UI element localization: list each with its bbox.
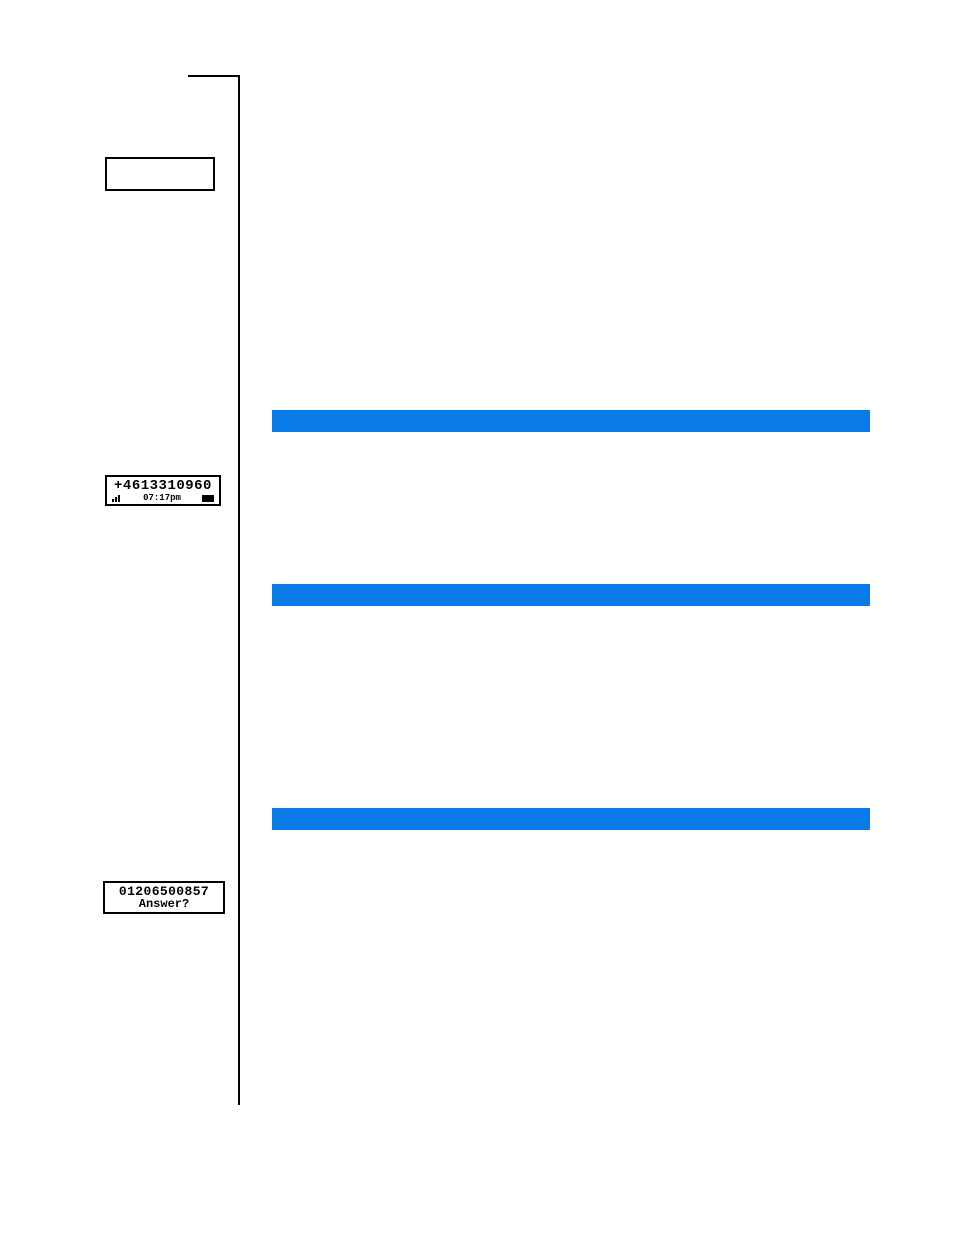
section-heading-bar-3 (272, 808, 870, 830)
document-page: +4613310960 07:17pm 01206500857 Answer? (85, 75, 870, 1105)
lcd-screen-dialed-number: +4613310960 07:17pm (105, 475, 221, 506)
main-column (242, 75, 870, 830)
lcd-phone-number: +4613310960 (109, 479, 217, 493)
section-heading-bar-1 (272, 410, 870, 432)
lcd-screen-incoming-call: 01206500857 Answer? (103, 881, 225, 914)
signal-bars-icon (112, 495, 122, 502)
lcd-time: 07:17pm (143, 494, 181, 503)
sidebar-top-tick (188, 75, 240, 77)
lcd-answer-prompt: Answer? (107, 898, 221, 910)
lcd-screen-empty (105, 157, 215, 191)
lcd-status-row: 07:17pm (109, 494, 217, 503)
sidebar: +4613310960 07:17pm 01206500857 Answer? (85, 75, 240, 1105)
section-heading-bar-2 (272, 584, 870, 606)
battery-icon (202, 495, 214, 502)
